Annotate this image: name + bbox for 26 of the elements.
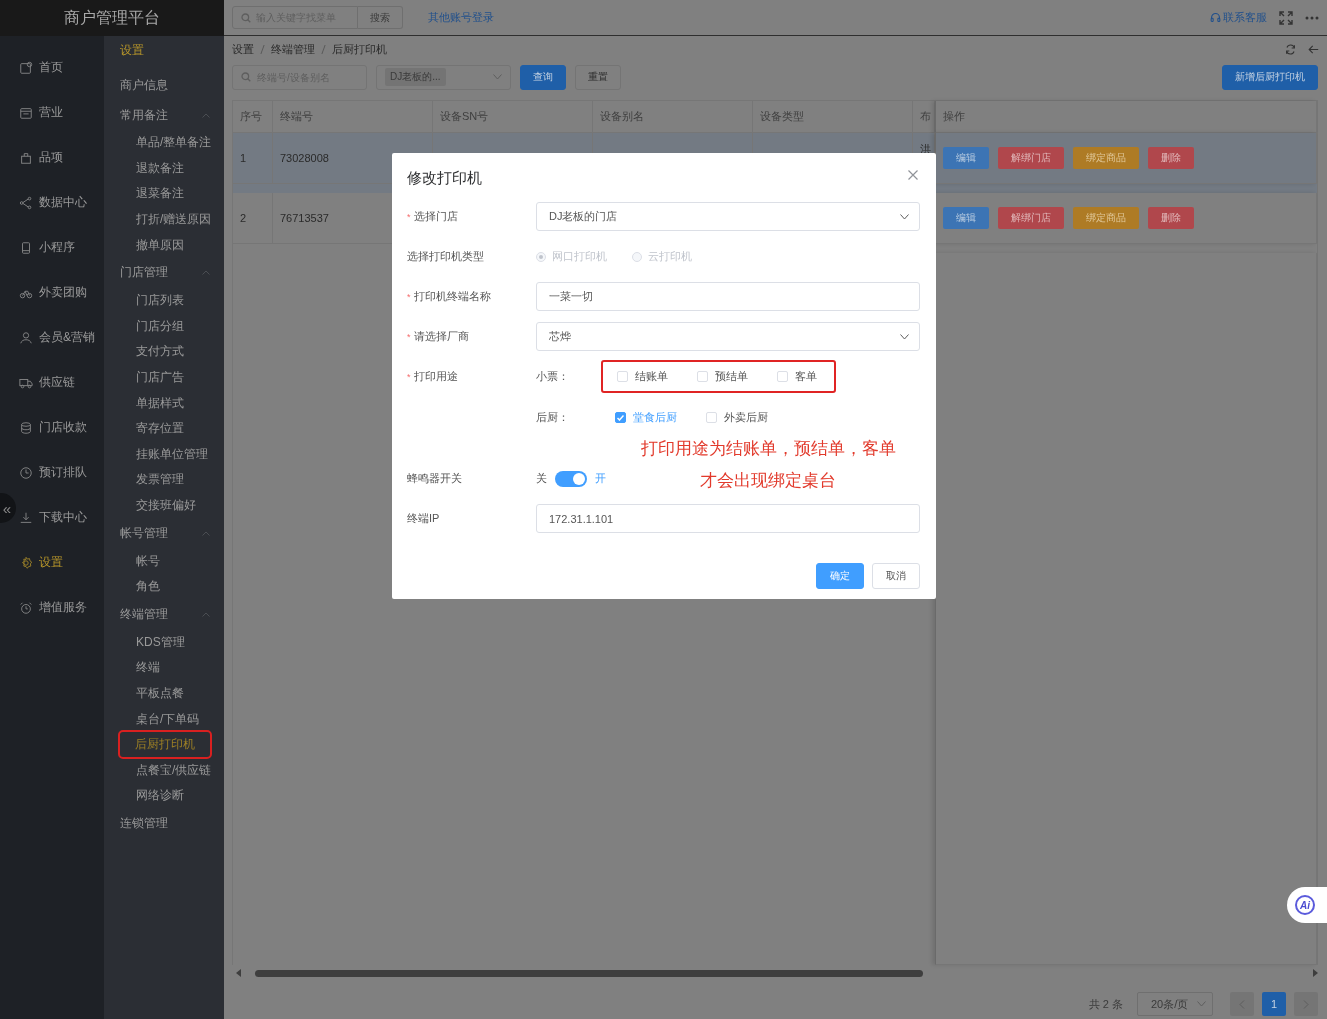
table-cell: 76713537	[280, 212, 329, 224]
field-label: 选择门店	[413, 209, 458, 224]
app-title: 商户管理平台	[0, 0, 224, 36]
total-count: 共 2 条	[1088, 996, 1123, 1012]
table-cell: 2	[240, 212, 247, 224]
field-label: 蜂鸣器开关	[407, 471, 462, 486]
required-mark: *	[407, 331, 411, 342]
required-mark: *	[407, 211, 411, 222]
group-label: 后厨：	[536, 410, 570, 425]
section-title: 设置	[119, 41, 145, 59]
required-mark: *	[407, 291, 411, 302]
switch-label: 关	[536, 471, 547, 486]
required-mark: *	[407, 371, 411, 382]
group-label: 小票：	[536, 369, 570, 384]
dialog-title: 修改打印机	[407, 169, 482, 188]
table-cell: 1	[240, 152, 247, 164]
field-label: 打印机终端名称	[413, 289, 491, 304]
field-label: 请选择厂商	[413, 329, 469, 344]
annotation-text: 打印用途为结账单，预结单，客单	[640, 438, 896, 459]
breadcrumb-item: 后厨打印机	[332, 42, 387, 57]
table-cell: 73028008	[280, 152, 329, 164]
field-label: 打印用途	[413, 369, 458, 384]
switch-label: 开	[595, 471, 606, 486]
field-label: 选择打印机类型	[407, 249, 484, 264]
field-label: 终端IP	[407, 511, 440, 526]
annotation-text: 才会出现绑定桌台	[700, 470, 836, 491]
